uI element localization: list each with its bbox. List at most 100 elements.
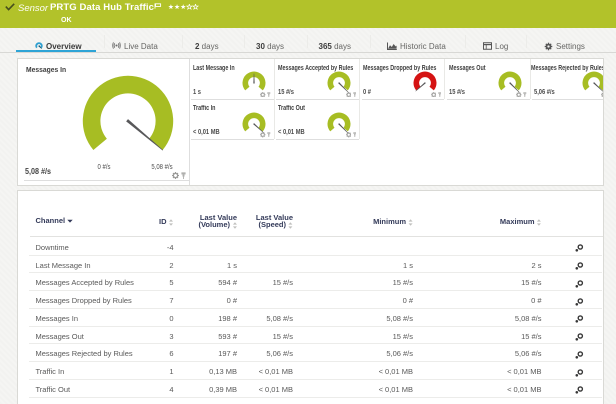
- cell-maximum: < 0,01 MB: [507, 367, 541, 376]
- sort-icon[interactable]: [169, 219, 174, 226]
- cell-minimum: < 0,01 MB: [379, 385, 413, 394]
- cell-last-value-volume: 197 #: [218, 349, 237, 358]
- cell-last-value-volume: 594 #: [218, 278, 237, 287]
- cell-minimum: 15 #/s: [393, 278, 413, 287]
- tab-separator: [465, 35, 466, 48]
- column-header-maximum[interactable]: Maximum: [500, 218, 542, 226]
- channel-settings-icon[interactable]: [573, 366, 585, 377]
- gauge-max-label: 5,08 #/s: [151, 164, 172, 171]
- panel-divider: [189, 59, 190, 185]
- column-header-last-value-speed[interactable]: Last Value(Speed): [256, 214, 293, 229]
- gauge-settings-icon[interactable]: [260, 92, 266, 98]
- gauge-settings-icon[interactable]: [516, 92, 522, 98]
- column-header-minimum[interactable]: Minimum: [373, 218, 413, 226]
- cell-last-value-speed: < 0,01 MB: [259, 385, 293, 394]
- channel-settings-icon[interactable]: [573, 241, 585, 252]
- channel-settings-icon[interactable]: [573, 330, 585, 341]
- gauge-settings-icon[interactable]: [346, 92, 352, 98]
- gauge-pin-icon[interactable]: [523, 92, 527, 97]
- tab-separator: [182, 35, 183, 48]
- table-row[interactable]: Messages Rejected by Rules6197 #5,06 #/s…: [18, 344, 603, 362]
- column-header-channel[interactable]: Channel: [36, 217, 74, 224]
- channel-settings-icon[interactable]: [573, 348, 585, 359]
- tab-overview[interactable]: Overview: [35, 42, 82, 53]
- mini-cell-divider: [532, 99, 604, 100]
- mini-gauge-value: 0 #: [363, 89, 371, 96]
- gauge-settings-icon[interactable]: [601, 92, 605, 98]
- cell-divider: [359, 59, 360, 139]
- gauge-pin-icon[interactable]: [267, 132, 271, 137]
- channel-settings-icon[interactable]: [573, 383, 585, 394]
- cell-id: 1: [169, 367, 173, 376]
- table-row[interactable]: Traffic Out40,39 MB< 0,01 MB< 0,01 MB< 0…: [18, 380, 603, 398]
- cell-minimum: 5,06 #/s: [386, 349, 413, 358]
- channel-settings-icon[interactable]: [573, 312, 585, 323]
- table-row[interactable]: Traffic In10,13 MB< 0,01 MB< 0,01 MB< 0,…: [18, 362, 603, 380]
- gauge-settings-icon[interactable]: [172, 172, 179, 179]
- cell-last-value-speed: 5,08 #/s: [266, 314, 293, 323]
- cell-last-value-speed: 15 #/s: [273, 278, 293, 287]
- table-row[interactable]: Last Message In21 s1 s2 s: [18, 256, 603, 274]
- tab-label: Historic Data: [400, 42, 446, 51]
- table-row[interactable]: Messages In0198 #5,08 #/s5,08 #/s5,08 #/…: [18, 309, 603, 327]
- sort-desc-icon: [67, 219, 73, 223]
- gauge-pin-icon[interactable]: [353, 92, 357, 97]
- sort-icon[interactable]: [537, 219, 542, 226]
- tabbar-divider: [0, 52, 616, 53]
- gauge-settings-icon[interactable]: [431, 92, 437, 98]
- column-header-id[interactable]: ID: [159, 218, 174, 226]
- channel-settings-icon[interactable]: [573, 259, 585, 270]
- cell-maximum: < 0,01 MB: [507, 385, 541, 394]
- gauge-settings-icon[interactable]: [260, 132, 266, 138]
- cell-minimum: 15 #/s: [393, 332, 413, 341]
- mini-gauge-title: Traffic In: [193, 105, 215, 112]
- tab-2-days[interactable]: 2 days: [195, 42, 219, 53]
- main-gauge-title: Messages In: [26, 65, 66, 74]
- cell-maximum: 5,06 #/s: [515, 349, 542, 358]
- sort-icon[interactable]: [408, 219, 413, 226]
- tab-label: Settings: [556, 42, 585, 51]
- table-row[interactable]: Messages Out3593 #15 #/s15 #/s15 #/s: [18, 327, 603, 345]
- gauge-pin-icon[interactable]: [438, 92, 442, 97]
- main-gauge-value: 5,08 #/s: [25, 167, 51, 176]
- cell-minimum: 5,08 #/s: [386, 314, 413, 323]
- cell-last-value-volume: 593 #: [218, 332, 237, 341]
- cell-id: 2: [169, 261, 173, 270]
- priority-stars[interactable]: [168, 4, 200, 10]
- cell-channel: Last Message In: [36, 261, 91, 270]
- channel-settings-icon[interactable]: [573, 295, 585, 306]
- gauge-settings-icon[interactable]: [346, 132, 352, 138]
- object-kind-label: Sensor: [18, 3, 48, 14]
- table-row[interactable]: Messages Dropped by Rules70 #0 #0 #: [18, 291, 603, 309]
- tab-label: 2 days: [195, 42, 219, 51]
- channel-settings-icon[interactable]: [573, 277, 585, 288]
- tab-historic-data[interactable]: Historic Data: [387, 42, 446, 53]
- tab-live-data[interactable]: Live Data: [112, 42, 158, 53]
- table-row[interactable]: Messages Accepted by Rules5594 #15 #/s15…: [18, 273, 603, 291]
- gauge-pin-icon[interactable]: [267, 92, 271, 97]
- header-divider: [30, 236, 604, 237]
- tab-30-days[interactable]: 30 days: [256, 42, 284, 53]
- cell-last-value-speed: 5,06 #/s: [266, 349, 293, 358]
- sort-icon[interactable]: [232, 222, 237, 229]
- flag-icon[interactable]: [154, 3, 162, 9]
- gear-icon: [544, 42, 553, 51]
- cell-maximum: 15 #/s: [521, 332, 541, 341]
- tab-log[interactable]: Log: [483, 42, 508, 53]
- cell-last-value-volume: 0 #: [227, 296, 237, 305]
- cell-channel: Downtime: [36, 243, 69, 252]
- gauge-pin-icon[interactable]: [181, 172, 186, 179]
- tab-settings[interactable]: Settings: [544, 42, 585, 53]
- mini-cell-divider: [276, 139, 359, 140]
- tab-365-days[interactable]: 365 days: [319, 42, 351, 53]
- cell-last-value-volume: 0,13 MB: [209, 367, 237, 376]
- gauge-pin-icon[interactable]: [353, 132, 357, 137]
- table-row[interactable]: Downtime-4: [18, 238, 603, 256]
- tab-separator: [104, 35, 105, 48]
- sort-icon[interactable]: [288, 222, 293, 229]
- mini-gauge-value: 15 #/s: [449, 89, 465, 96]
- cell-divider: [444, 59, 445, 99]
- messages-in-gauge: [78, 71, 178, 171]
- column-header-last-value-volume[interactable]: Last Value(Volume): [198, 214, 237, 229]
- tab-separator: [307, 35, 308, 48]
